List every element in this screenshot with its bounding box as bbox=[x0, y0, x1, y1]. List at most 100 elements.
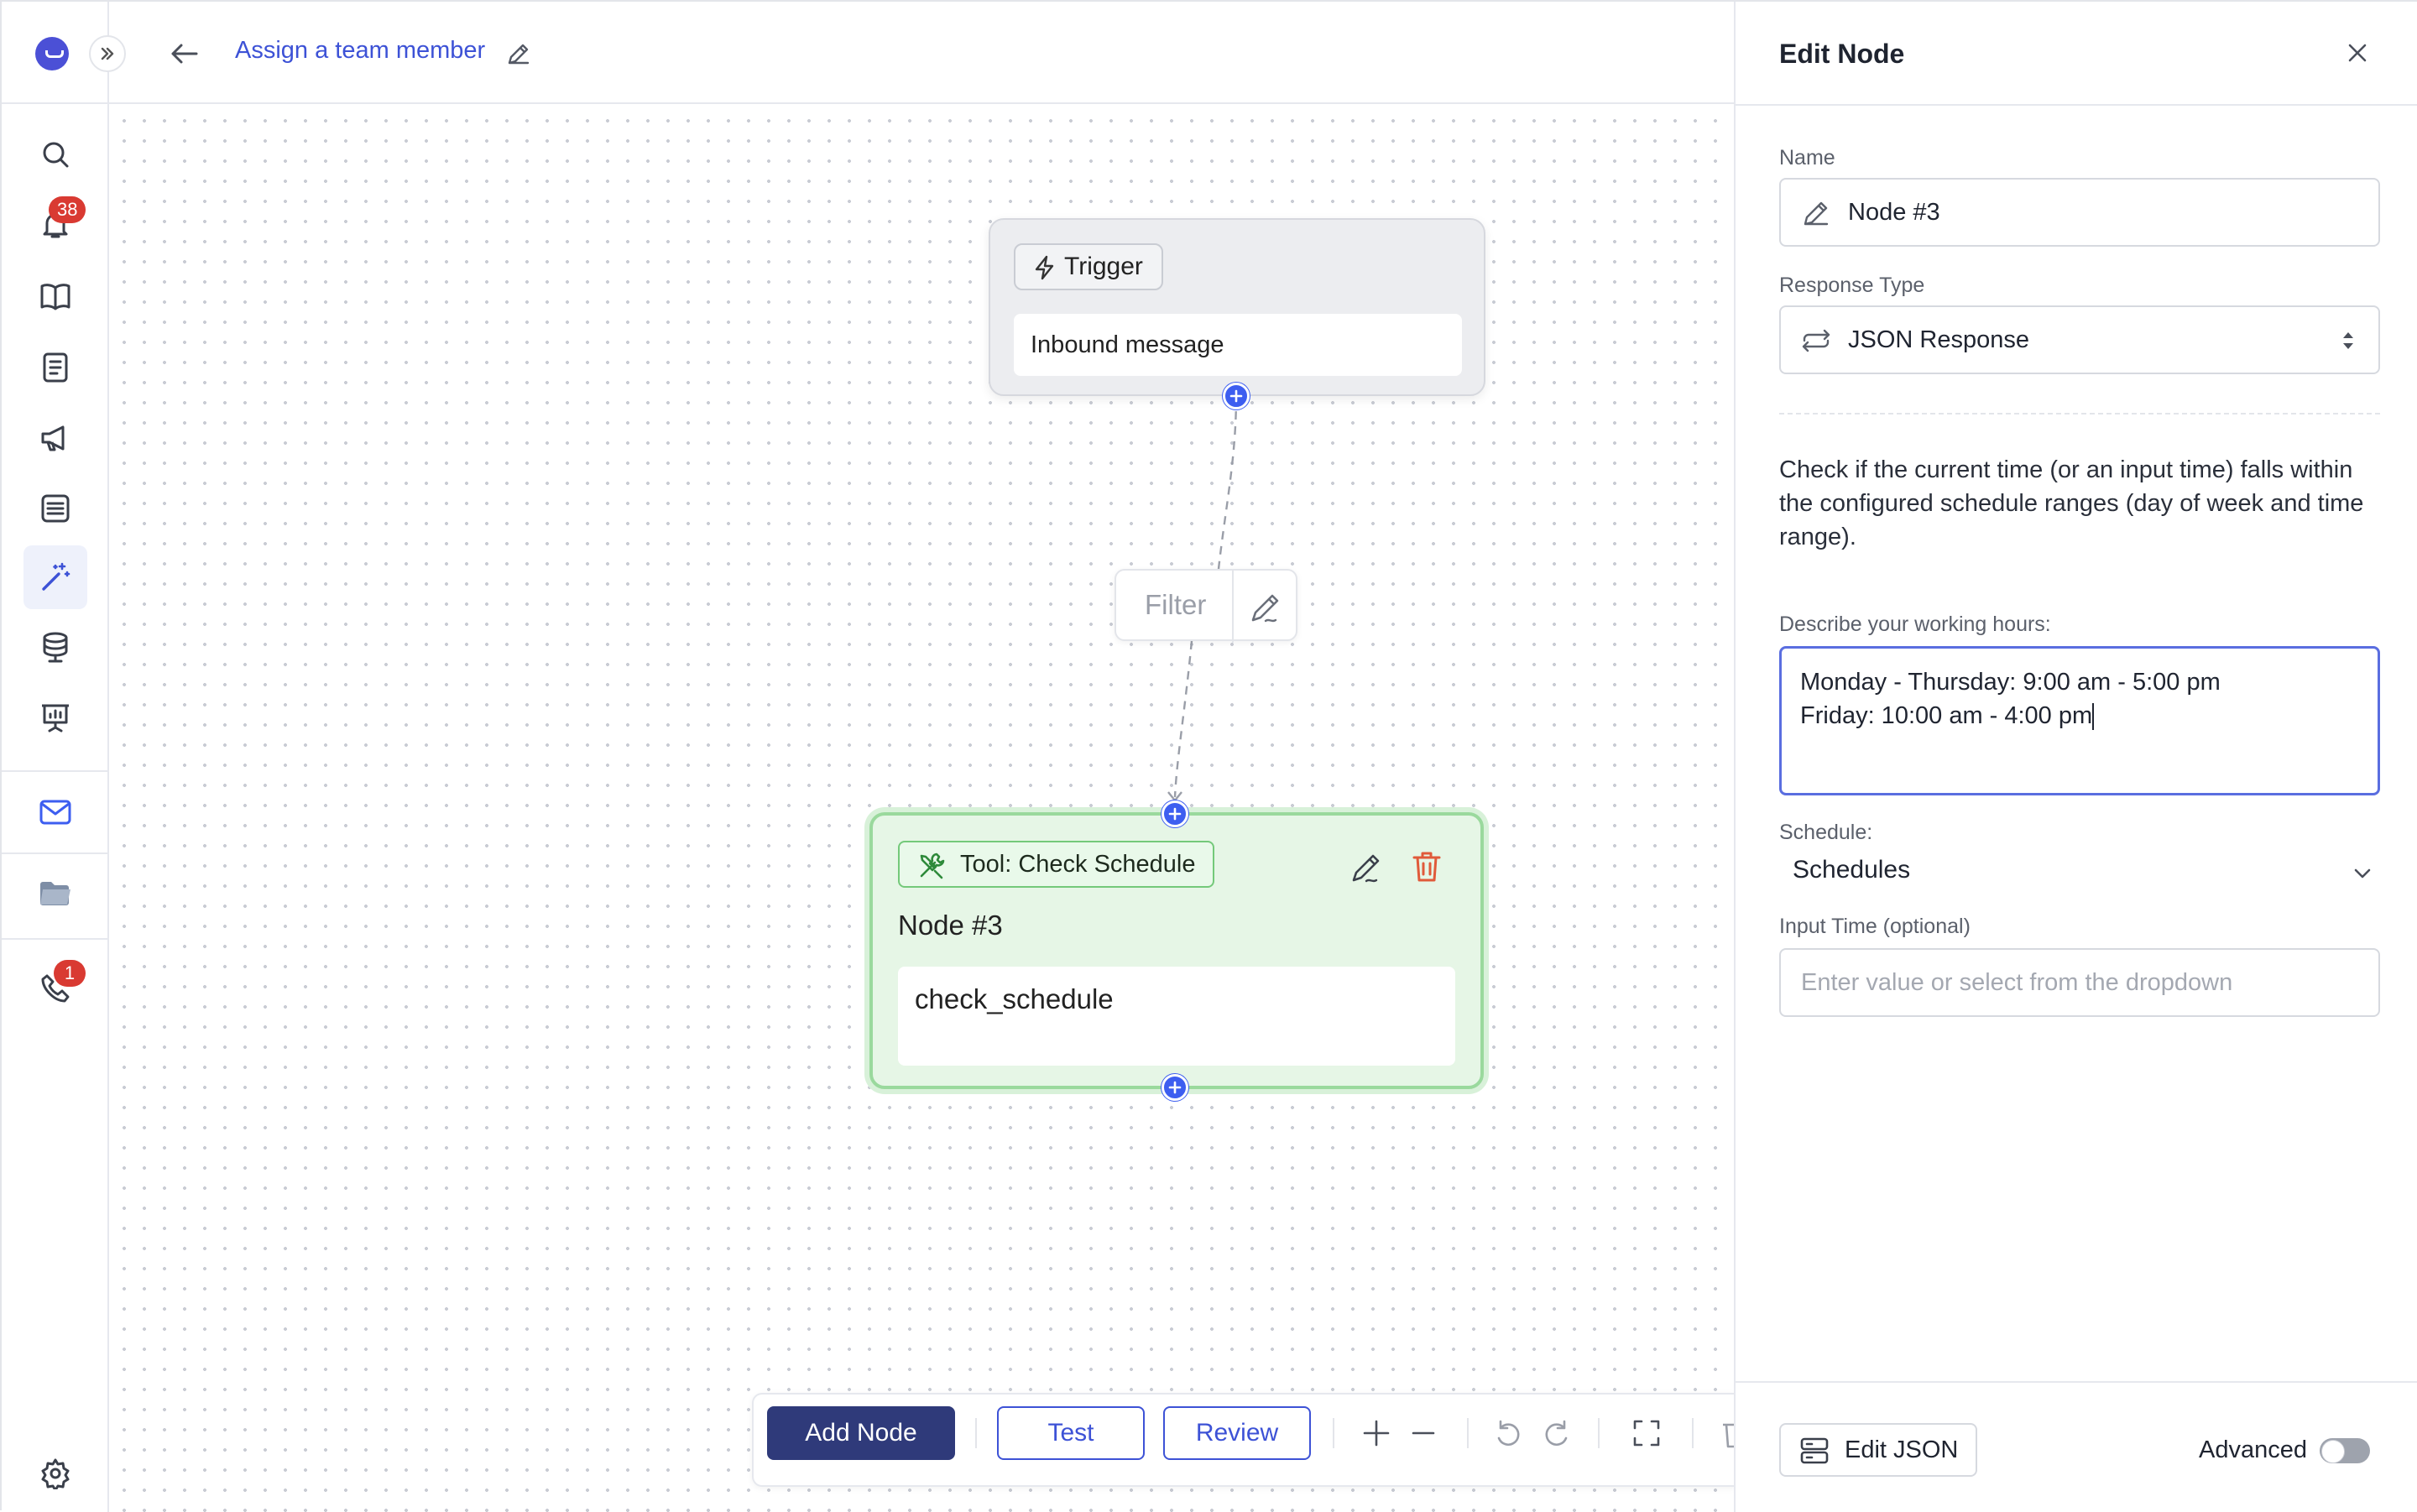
panel-title: Edit Node bbox=[1779, 39, 1905, 69]
name-field[interactable]: Node #3 bbox=[1779, 178, 2380, 247]
sidebar-item-reports[interactable] bbox=[34, 696, 77, 740]
edit-json-label: Edit JSON bbox=[1845, 1436, 1959, 1463]
edit-node-panel: Edit Node Name Node #3 Response Type JSO… bbox=[1734, 2, 2417, 1512]
sidebar-item-library[interactable] bbox=[34, 275, 77, 319]
sidebar-item-data[interactable] bbox=[34, 626, 77, 670]
toolbar-divider bbox=[1467, 1418, 1469, 1448]
zoom-out-button[interactable] bbox=[1407, 1416, 1440, 1454]
arrow-left-icon bbox=[171, 44, 198, 64]
response-type-label: Response Type bbox=[1779, 274, 1925, 297]
trigger-node[interactable]: Trigger Inbound message bbox=[989, 218, 1485, 396]
advanced-label: Advanced bbox=[2199, 1436, 2307, 1463]
sidebar-divider bbox=[2, 852, 109, 854]
sidebar-item-lists[interactable] bbox=[34, 487, 77, 530]
back-button[interactable] bbox=[168, 37, 201, 75]
minus-icon bbox=[1412, 1431, 1435, 1435]
sidebar-divider bbox=[2, 770, 109, 772]
sidebar-item-automations[interactable] bbox=[23, 545, 87, 609]
response-type-select[interactable]: JSON Response bbox=[1779, 305, 2380, 374]
name-value: Node #3 bbox=[1848, 199, 1940, 226]
add-node-before-tool-button[interactable] bbox=[1162, 800, 1188, 827]
working-hours-line: Friday: 10:00 am - 4:00 pm bbox=[1800, 699, 2359, 733]
text-caret bbox=[2092, 703, 2095, 731]
megaphone-icon bbox=[41, 425, 65, 451]
panel-footer: Edit JSON Advanced bbox=[1736, 1381, 2417, 1512]
sidebar-item-campaigns[interactable] bbox=[34, 416, 77, 460]
search-icon bbox=[43, 142, 69, 168]
gear-icon bbox=[41, 1458, 70, 1489]
filter-connector[interactable]: Filter bbox=[1115, 569, 1297, 643]
rename-workflow-button[interactable] bbox=[505, 40, 532, 71]
zoom-in-button[interactable] bbox=[1360, 1416, 1393, 1454]
fit-view-button[interactable] bbox=[1630, 1416, 1663, 1454]
calls-badge: 1 bbox=[54, 960, 86, 987]
toolbar-divider bbox=[1598, 1418, 1600, 1448]
double-chevron-right-icon bbox=[101, 47, 114, 60]
input-time-field[interactable]: Enter value or select from the dropdown bbox=[1779, 948, 2380, 1017]
close-panel-button[interactable] bbox=[2343, 39, 2372, 71]
book-icon bbox=[40, 284, 70, 310]
working-hours-textarea[interactable]: Monday - Thursday: 9:00 am - 5:00 pm Fri… bbox=[1779, 646, 2380, 795]
canvas-toolbar: Add Node Test Review bbox=[752, 1393, 1737, 1487]
edit-json-button[interactable]: Edit JSON bbox=[1779, 1423, 1977, 1477]
select-arrows-icon bbox=[2343, 332, 2353, 349]
tool-node[interactable]: Tool: Check Schedule Node #3 check_sched… bbox=[869, 812, 1484, 1089]
presentation-icon bbox=[42, 704, 69, 733]
pencil-icon bbox=[1251, 594, 1279, 623]
edit-filter-button[interactable] bbox=[1247, 589, 1284, 630]
trigger-chip-label: Trigger bbox=[1064, 253, 1143, 280]
toolbar-divider bbox=[1333, 1418, 1334, 1448]
edit-node-button[interactable] bbox=[1348, 849, 1385, 890]
schedule-label: Schedule: bbox=[1779, 821, 1873, 844]
sidebar-item-files[interactable] bbox=[34, 871, 77, 915]
workflow-title[interactable]: Assign a team member bbox=[235, 37, 485, 65]
chevron-down-icon bbox=[2354, 868, 2371, 879]
folder-icon bbox=[40, 882, 70, 905]
trigger-chip: Trigger bbox=[1014, 243, 1163, 290]
mail-icon bbox=[39, 800, 71, 825]
node-function: check_schedule bbox=[898, 967, 1455, 1066]
close-icon bbox=[2348, 44, 2367, 62]
working-hours-line-text: Friday: 10:00 am - 4:00 pm bbox=[1800, 702, 2093, 729]
review-button[interactable]: Review bbox=[1163, 1406, 1311, 1460]
plus-icon bbox=[1363, 1420, 1390, 1447]
delete-node-button[interactable] bbox=[1410, 849, 1443, 889]
node-name: Node #3 bbox=[898, 910, 1003, 941]
working-hours-label: Describe your working hours: bbox=[1779, 613, 2051, 636]
workflow-canvas[interactable] bbox=[109, 106, 1736, 1512]
sidebar-item-inbox[interactable] bbox=[34, 790, 77, 834]
response-type-value: JSON Response bbox=[1848, 326, 2029, 353]
add-node-button[interactable]: Add Node bbox=[767, 1406, 955, 1460]
fullscreen-icon bbox=[1633, 1420, 1660, 1447]
toolbar-divider bbox=[1692, 1418, 1694, 1448]
add-node-after-trigger-button[interactable] bbox=[1223, 383, 1250, 409]
trigger-message: Inbound message bbox=[1014, 314, 1462, 376]
undo-icon bbox=[1497, 1420, 1520, 1446]
node-description: Check if the current time (or an input t… bbox=[1779, 456, 2364, 550]
redo-button[interactable] bbox=[1539, 1416, 1573, 1454]
trash-icon bbox=[1412, 852, 1441, 882]
sidebar-item-search[interactable] bbox=[34, 133, 77, 176]
redirect-icon bbox=[1802, 329, 1830, 352]
working-hours-line: Monday - Thursday: 9:00 am - 5:00 pm bbox=[1800, 669, 2221, 696]
plus-icon bbox=[1229, 389, 1243, 403]
add-node-after-tool-button[interactable] bbox=[1162, 1074, 1188, 1101]
tools-icon bbox=[920, 852, 945, 879]
notifications-badge: 38 bbox=[49, 196, 86, 223]
filter-label: Filter bbox=[1145, 589, 1207, 620]
pencil-icon bbox=[1804, 201, 1829, 226]
magic-wand-icon bbox=[42, 562, 70, 591]
toolbar-divider bbox=[975, 1418, 977, 1448]
advanced-toggle[interactable] bbox=[2320, 1438, 2370, 1463]
document-icon bbox=[43, 352, 68, 383]
test-button[interactable]: Test bbox=[997, 1406, 1145, 1460]
logo[interactable] bbox=[35, 37, 69, 70]
undo-button[interactable] bbox=[1492, 1416, 1526, 1454]
server-icon bbox=[1800, 1437, 1829, 1464]
schedule-dropdown-toggle[interactable] bbox=[2350, 861, 2375, 890]
schedule-select[interactable]: Schedules bbox=[1793, 856, 1910, 884]
sidebar-item-settings[interactable] bbox=[34, 1452, 77, 1495]
sidebar-item-documents[interactable] bbox=[34, 346, 77, 389]
plus-icon bbox=[1168, 807, 1182, 821]
expand-sidebar-button[interactable] bbox=[89, 35, 126, 72]
